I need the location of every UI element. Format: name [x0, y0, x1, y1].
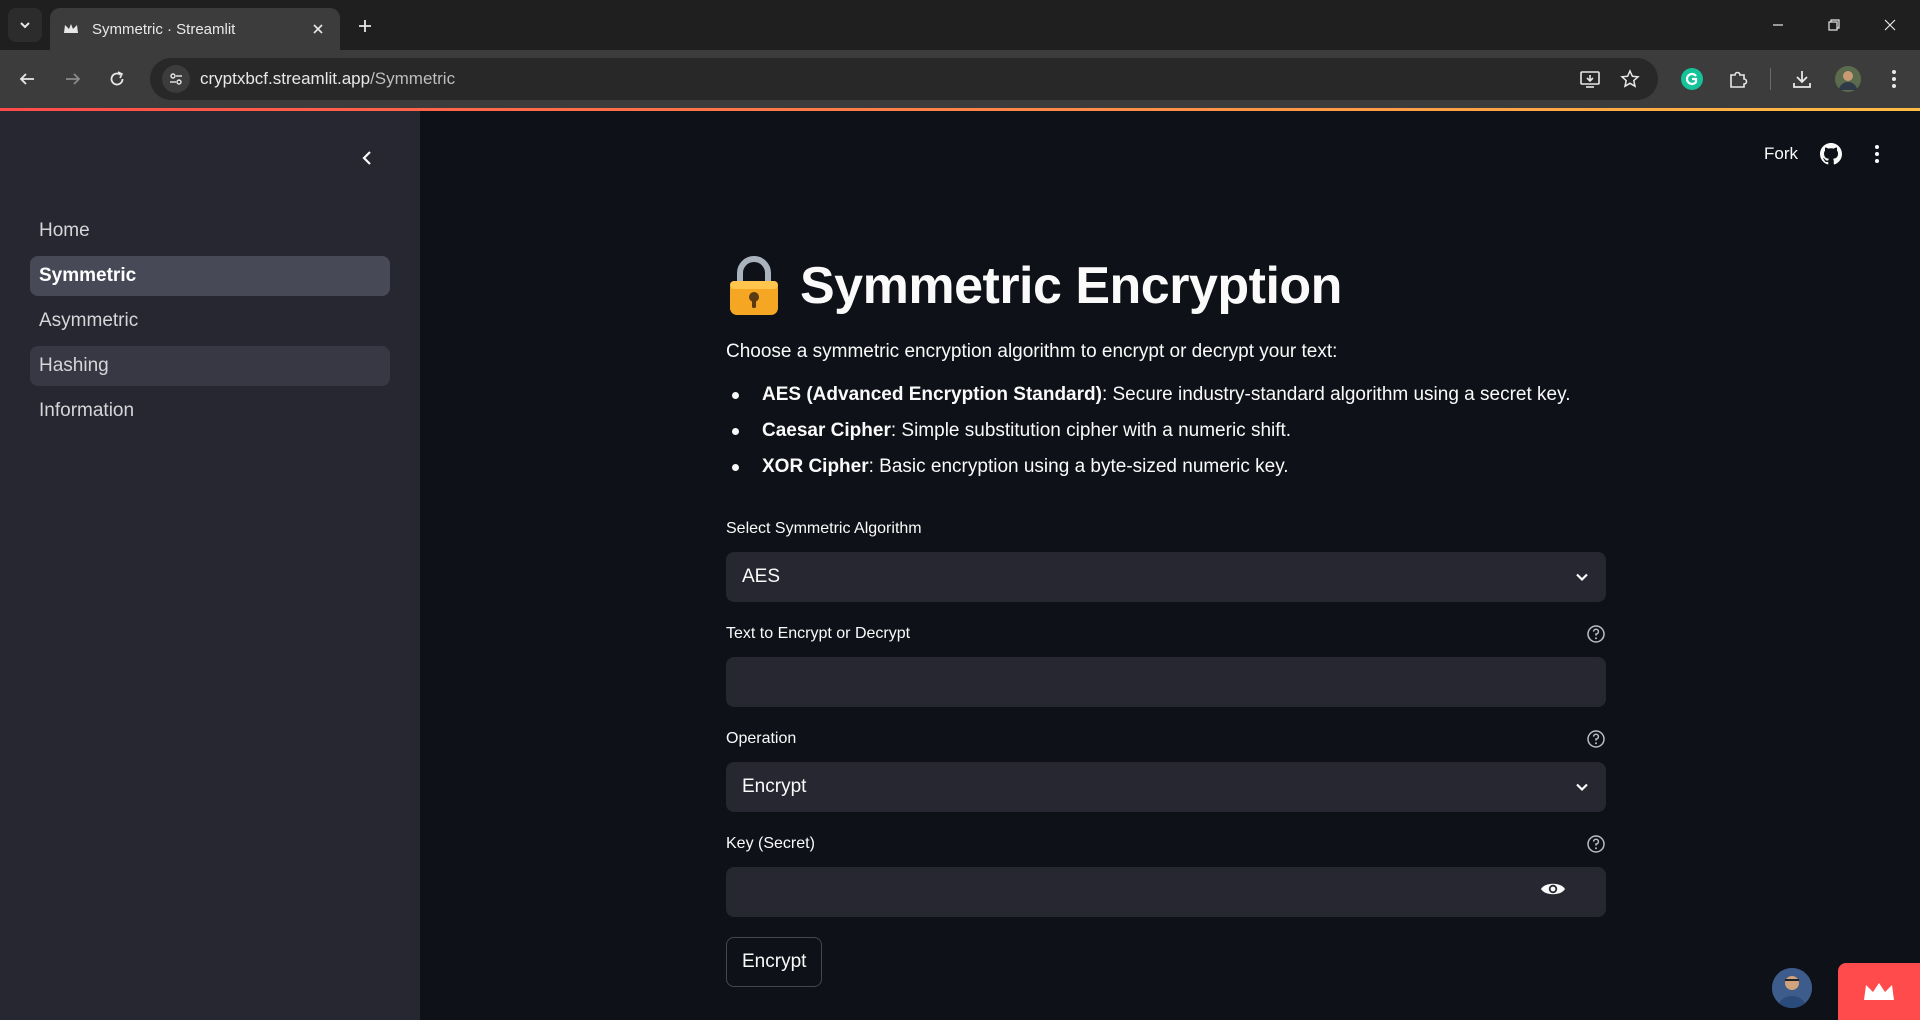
chevron-down-icon — [1576, 573, 1588, 582]
algorithm-label-text: Select Symmetric Algorithm — [726, 520, 922, 537]
list-item: Caesar Cipher: Simple substitution ciphe… — [732, 419, 1606, 443]
site-info-icon[interactable] — [162, 65, 190, 93]
algorithm-label: Select Symmetric Algorithm — [726, 518, 1606, 540]
text-field: Text to Encrypt or Decrypt — [726, 623, 1606, 707]
intro-text: Choose a symmetric encryption algorithm … — [726, 341, 1338, 362]
chevron-down-icon — [1576, 783, 1588, 792]
new-tab-plus-icon[interactable] — [352, 13, 378, 39]
tab-search-button[interactable] — [8, 8, 42, 42]
operation-label-text: Operation — [726, 730, 797, 747]
operation-label: Operation — [726, 728, 1606, 750]
sidebar-item-label: Asymmetric — [39, 310, 139, 331]
sidebar-item-symmetric[interactable]: Symmetric — [30, 256, 390, 296]
main-content: Symmetric Encryption Choose a symmetric … — [726, 251, 1606, 491]
encrypt-button[interactable]: Encrypt — [726, 937, 823, 987]
extensions-puzzle-icon[interactable] — [1722, 63, 1754, 95]
fork-button[interactable]: Fork — [1764, 144, 1798, 164]
help-question-icon[interactable] — [1586, 834, 1606, 854]
title-row: Symmetric Encryption — [726, 251, 1606, 321]
page-title: Symmetric Encryption — [800, 257, 1342, 315]
bullet-desc: : Simple substitution cipher with a nume… — [890, 420, 1292, 441]
main-area: Fork Symmetric Encryption Choose a symme… — [420, 111, 1920, 1020]
help-question-icon[interactable] — [1586, 624, 1606, 644]
address-bar[interactable]: cryptxbcf.streamlit.app/Symmetric — [150, 58, 1658, 100]
sidebar-item-hashing[interactable]: Hashing — [30, 346, 390, 386]
key-field: Key (Secret) — [726, 833, 1606, 917]
bullet-desc: : Basic encryption using a byte-sized nu… — [868, 456, 1289, 477]
algorithm-list: AES (Advanced Encryption Standard): Secu… — [726, 383, 1606, 479]
downloads-icon[interactable] — [1786, 63, 1818, 95]
browser-tab-bar: Symmetric · Streamlit — [0, 0, 1920, 50]
toolbar-divider — [1770, 68, 1771, 90]
sidebar-item-home[interactable]: Home — [30, 211, 390, 251]
browser-menu-kebab-icon[interactable] — [1878, 63, 1910, 95]
sidebar-item-label: Hashing — [39, 355, 109, 376]
url-text: cryptxbcf.streamlit.app/Symmetric — [200, 69, 455, 89]
sidebar-item-label: Home — [39, 220, 90, 241]
bullet-term: XOR Cipher — [762, 456, 869, 477]
install-app-icon[interactable] — [1578, 67, 1602, 91]
minimize-icon[interactable] — [1758, 10, 1798, 40]
creator-avatar[interactable] — [1772, 968, 1812, 1008]
tab-title: Symmetric · Streamlit — [92, 20, 236, 38]
collapse-sidebar-chevron-left-icon[interactable] — [354, 145, 380, 171]
bookmark-star-icon[interactable] — [1618, 67, 1642, 91]
browser-toolbar: cryptxbcf.streamlit.app/Symmetric — [0, 50, 1920, 108]
app-menu-kebab-icon[interactable] — [1864, 141, 1890, 167]
reload-icon[interactable] — [100, 62, 134, 96]
sidebar-nav: Home Symmetric Asymmetric Hashing Inform… — [30, 211, 390, 436]
github-icon[interactable] — [1818, 141, 1844, 167]
help-question-icon[interactable] — [1586, 729, 1606, 749]
lock-icon — [730, 256, 778, 315]
key-password-input[interactable] — [726, 867, 1606, 917]
url-host: cryptxbcf.streamlit.app — [200, 69, 371, 88]
bullet-desc: : Secure industry-standard algorithm usi… — [1101, 384, 1571, 405]
algorithm-selected-value: AES — [742, 566, 781, 587]
operation-selected-value: Encrypt — [742, 776, 807, 797]
text-label-text: Text to Encrypt or Decrypt — [726, 625, 911, 642]
browser-tab-active[interactable]: Symmetric · Streamlit — [50, 8, 340, 50]
chevron-down-icon — [20, 22, 30, 29]
profile-avatar[interactable] — [1832, 63, 1864, 95]
close-tab-icon[interactable] — [308, 19, 328, 39]
sidebar: Home Symmetric Asymmetric Hashing Inform… — [0, 111, 420, 1020]
close-window-icon[interactable] — [1870, 10, 1910, 40]
url-path: /Symmetric — [370, 69, 456, 88]
sidebar-item-label: Symmetric — [39, 265, 137, 286]
restore-icon[interactable] — [1814, 10, 1854, 40]
app-header-actions: Fork — [1764, 141, 1890, 167]
algorithm-select[interactable]: AES — [726, 552, 1606, 602]
streamlit-manage-app-crown-icon[interactable] — [1838, 963, 1920, 1020]
algorithm-field: Select Symmetric Algorithm AES — [726, 518, 1606, 602]
list-item: XOR Cipher: Basic encryption using a byt… — [732, 455, 1606, 479]
list-item: AES (Advanced Encryption Standard): Secu… — [732, 383, 1606, 407]
show-password-eye-icon[interactable] — [1540, 880, 1566, 904]
sidebar-item-asymmetric[interactable]: Asymmetric — [30, 301, 390, 341]
text-input[interactable] — [726, 657, 1606, 707]
key-label: Key (Secret) — [726, 833, 1606, 855]
bullet-term: Caesar Cipher — [762, 420, 891, 441]
key-label-text: Key (Secret) — [726, 835, 815, 852]
operation-field: Operation Encrypt — [726, 728, 1606, 812]
sidebar-item-label: Information — [39, 400, 135, 421]
forward-arrow-icon[interactable] — [56, 62, 90, 96]
operation-select[interactable]: Encrypt — [726, 762, 1606, 812]
back-arrow-icon[interactable] — [10, 62, 44, 96]
text-label: Text to Encrypt or Decrypt — [726, 623, 1606, 645]
bullet-term: AES (Advanced Encryption Standard) — [762, 384, 1102, 405]
streamlit-crown-icon — [64, 24, 78, 33]
grammarly-icon[interactable] — [1676, 63, 1708, 95]
sidebar-item-information[interactable]: Information — [30, 391, 390, 431]
